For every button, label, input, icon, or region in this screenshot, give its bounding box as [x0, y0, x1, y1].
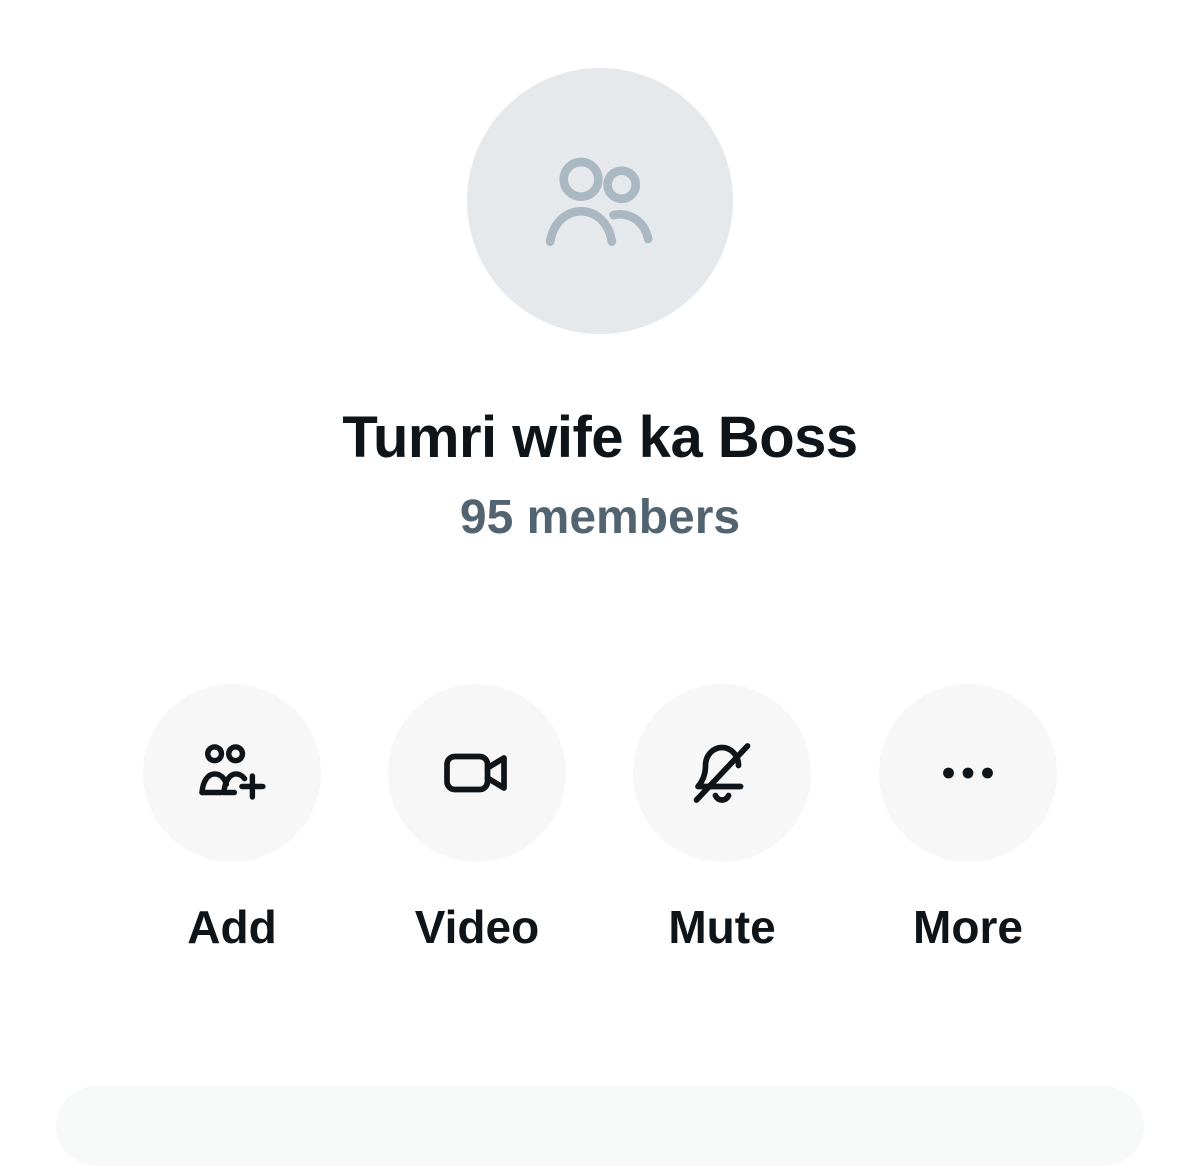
group-name: Tumri wife ka Boss	[342, 405, 858, 470]
more-button[interactable]: More	[878, 684, 1058, 954]
video-button[interactable]: Video	[387, 684, 567, 954]
mute-label: Mute	[668, 901, 776, 953]
more-label: More	[913, 901, 1023, 953]
mute-button[interactable]: Mute	[632, 684, 812, 954]
settings-card	[56, 1086, 1144, 1166]
mute-button-circle[interactable]	[633, 684, 811, 862]
add-people-icon	[199, 744, 266, 800]
bell-off-icon	[693, 743, 751, 803]
member-count[interactable]: 95 members	[0, 490, 1200, 545]
video-label: Video	[414, 901, 540, 953]
video-button-circle[interactable]	[388, 684, 566, 862]
video-camera-icon	[444, 753, 507, 793]
add-button-circle[interactable]	[143, 684, 321, 862]
more-horizontal-icon	[943, 767, 993, 779]
add-button[interactable]: Add	[142, 684, 322, 954]
add-label: Add	[187, 901, 277, 953]
group-avatar[interactable]	[467, 68, 733, 334]
more-button-circle[interactable]	[879, 684, 1057, 862]
group-avatar-placeholder-icon	[545, 157, 653, 246]
